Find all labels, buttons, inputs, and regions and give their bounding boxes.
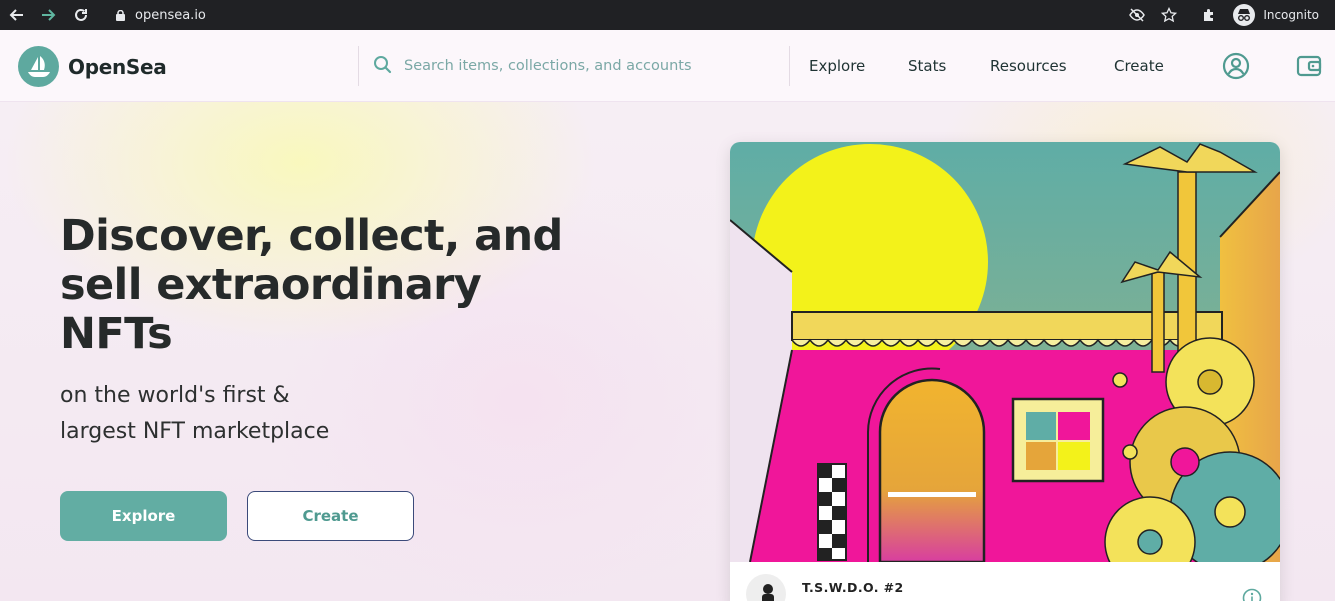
search-icon bbox=[373, 55, 392, 78]
search-bar[interactable] bbox=[358, 46, 790, 86]
featured-nft-card[interactable]: T.S.W.D.O. #2 bbox=[730, 142, 1280, 601]
forward-arrow-icon[interactable] bbox=[37, 4, 59, 26]
browser-toolbar: opensea.io Incognito bbox=[0, 0, 1335, 30]
url-text: opensea.io bbox=[135, 7, 206, 23]
eye-off-icon[interactable] bbox=[1126, 4, 1148, 26]
info-icon[interactable] bbox=[1242, 588, 1262, 601]
card-footer: T.S.W.D.O. #2 bbox=[730, 562, 1280, 601]
nav-create[interactable]: Create bbox=[1114, 30, 1164, 102]
hero-headline-line1: Discover, collect, and bbox=[60, 211, 563, 261]
wallet-icon[interactable] bbox=[1295, 52, 1323, 80]
lock-icon bbox=[116, 9, 125, 21]
incognito-label: Incognito bbox=[1263, 8, 1319, 22]
search-input[interactable] bbox=[404, 58, 764, 74]
back-arrow-icon[interactable] bbox=[6, 4, 28, 26]
site-header: OpenSea Explore Stats Resources Create bbox=[0, 30, 1335, 102]
incognito-icon bbox=[1233, 4, 1256, 26]
checkered-pole bbox=[817, 463, 847, 561]
brand-name: OpenSea bbox=[68, 54, 167, 79]
star-icon[interactable] bbox=[1158, 4, 1180, 26]
hero-section: Discover, collect, and sell extraordinar… bbox=[0, 102, 1335, 601]
hero-headline-line2: sell extraordinary bbox=[60, 260, 482, 310]
explore-button[interactable]: Explore bbox=[60, 491, 227, 541]
extensions-puzzle-icon[interactable] bbox=[1198, 4, 1220, 26]
address-bar[interactable]: opensea.io bbox=[116, 0, 206, 30]
nav-resources[interactable]: Resources bbox=[990, 30, 1067, 102]
opensea-logo-link[interactable]: OpenSea bbox=[18, 46, 167, 87]
nav-explore[interactable]: Explore bbox=[809, 30, 865, 102]
featured-nft-image bbox=[730, 142, 1280, 562]
nav-stats[interactable]: Stats bbox=[908, 30, 946, 102]
featured-nft-title[interactable]: T.S.W.D.O. #2 bbox=[802, 580, 904, 595]
reload-icon[interactable] bbox=[70, 4, 92, 26]
creator-avatar[interactable] bbox=[746, 574, 786, 601]
incognito-profile[interactable]: Incognito bbox=[1233, 0, 1319, 30]
hero-subtitle-line1: on the world's first & bbox=[60, 383, 290, 408]
hero-subtitle-line2: largest NFT marketplace bbox=[60, 419, 330, 444]
opensea-boat-icon bbox=[18, 46, 59, 87]
account-icon[interactable] bbox=[1222, 52, 1250, 80]
hero-headline: Discover, collect, and sell extraordinar… bbox=[60, 212, 620, 359]
create-button[interactable]: Create bbox=[247, 491, 414, 541]
hero-subtitle: on the world's first & largest NFT marke… bbox=[60, 378, 480, 450]
hero-headline-line3: NFTs bbox=[60, 309, 173, 359]
